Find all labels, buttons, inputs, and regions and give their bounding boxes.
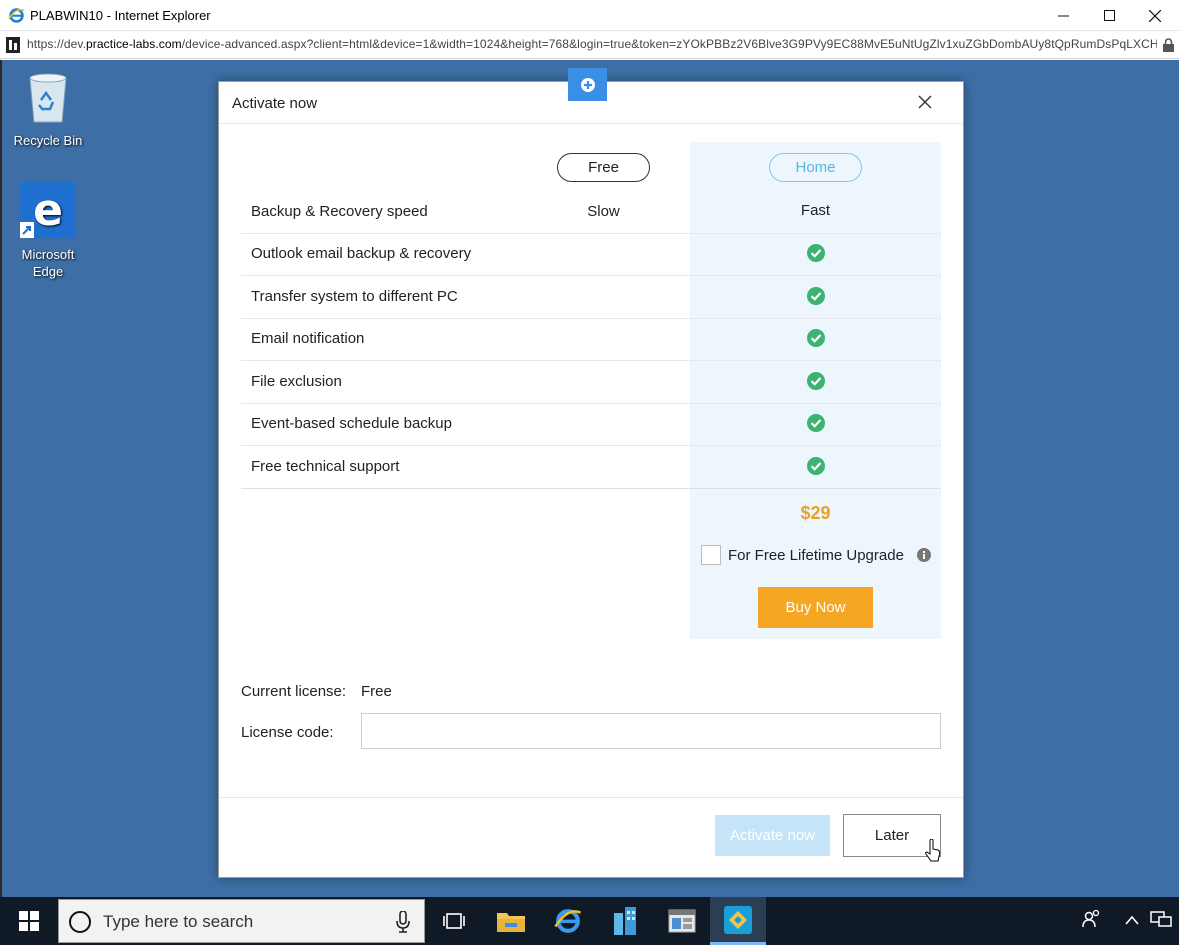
- internet-explorer-icon: [554, 909, 582, 933]
- feature-row: Free technical support: [241, 447, 941, 489]
- cortana-icon: [69, 911, 91, 933]
- feature-home-value: [690, 329, 941, 351]
- dialog-close-button[interactable]: [915, 92, 935, 112]
- backup-app-icon: [724, 905, 752, 934]
- search-placeholder: Type here to search: [103, 912, 254, 931]
- lifetime-upgrade-checkbox[interactable]: [701, 545, 721, 565]
- check-icon: [806, 244, 825, 262]
- file-explorer-button[interactable]: [483, 897, 539, 945]
- close-icon: [1149, 9, 1161, 22]
- people-icon[interactable]: [1082, 909, 1102, 929]
- internet-explorer-taskbar-button[interactable]: [540, 897, 596, 945]
- site-favicon-icon: [6, 37, 20, 53]
- maximize-icon: [1103, 10, 1115, 21]
- close-icon: [918, 95, 932, 109]
- mouse-cursor-icon: [925, 839, 941, 862]
- check-icon: [806, 372, 825, 390]
- footer-divider: [219, 797, 963, 798]
- lifetime-upgrade-label: For Free Lifetime Upgrade: [728, 547, 904, 564]
- recycle-bin-label: Recycle Bin: [13, 133, 83, 148]
- feature-label: Outlook email backup & recovery: [251, 245, 472, 262]
- minimize-button[interactable]: [1040, 0, 1086, 31]
- title-divider: [219, 123, 963, 124]
- edge-label-line2: Edge: [32, 264, 64, 279]
- microphone-icon[interactable]: [396, 911, 410, 933]
- microsoft-edge-shortcut[interactable]: e Microsoft Edge: [8, 182, 88, 280]
- url-text[interactable]: https://dev.practice-labs.com/device-adv…: [27, 37, 1157, 51]
- chevron-up-icon[interactable]: [1124, 914, 1140, 926]
- svg-text:e: e: [33, 185, 63, 236]
- feature-row: Backup & Recovery speed Slow Fast: [241, 192, 941, 234]
- info-icon[interactable]: [917, 548, 931, 562]
- task-view-button[interactable]: [426, 897, 482, 945]
- taskbar: Type here to search: [0, 897, 1179, 945]
- window-app-icon: [668, 909, 696, 933]
- plan-home-header: Home: [769, 153, 862, 182]
- buildings-icon: [614, 907, 636, 935]
- close-window-button[interactable]: [1132, 0, 1178, 31]
- feature-label: File exclusion: [251, 373, 342, 390]
- feature-label: Event-based schedule backup: [251, 415, 452, 432]
- edge-icon: e: [20, 182, 76, 238]
- buy-now-button[interactable]: Buy Now: [758, 587, 873, 628]
- current-license-value: Free: [361, 683, 392, 700]
- recycle-bin-icon: [29, 73, 67, 123]
- home-price: $29: [800, 503, 831, 523]
- feature-row: Event-based schedule backup: [241, 404, 941, 446]
- lock-icon: [1163, 38, 1174, 52]
- feature-home-value: [690, 414, 941, 436]
- feature-free-value: Slow: [587, 203, 620, 220]
- server-manager-button[interactable]: [597, 897, 653, 945]
- feature-home-value: [690, 457, 941, 479]
- check-icon: [806, 457, 825, 475]
- feature-label: Free technical support: [251, 458, 400, 475]
- feature-home-value: [690, 287, 941, 309]
- windows-logo-icon: [19, 911, 39, 931]
- edge-label-line1: Microsoft: [21, 247, 75, 262]
- activate-now-button[interactable]: Activate now: [715, 815, 830, 856]
- backup-app-taskbar-button[interactable]: [710, 897, 766, 945]
- feature-row: Transfer system to different PC: [241, 277, 941, 319]
- feature-row: Email notification: [241, 319, 941, 361]
- window-title: PLABWIN10 - Internet Explorer: [30, 8, 211, 23]
- current-license-label: Current license:: [241, 683, 347, 700]
- app-window-button[interactable]: [654, 897, 710, 945]
- browser-titlebar: PLABWIN10 - Internet Explorer: [0, 0, 1179, 31]
- feature-home-value: [690, 244, 941, 266]
- license-code-input[interactable]: [361, 713, 941, 749]
- feature-label: Backup & Recovery speed: [251, 203, 428, 220]
- address-bar[interactable]: https://dev.practice-labs.com/device-adv…: [0, 31, 1179, 59]
- internet-explorer-icon: [8, 8, 25, 23]
- feature-row: Outlook email backup & recovery: [241, 234, 941, 276]
- dialog-title: Activate now: [232, 95, 318, 112]
- remote-session-toolbar-tab[interactable]: [568, 68, 607, 101]
- feature-home-value: Fast: [800, 202, 831, 219]
- feature-home-value: [690, 372, 941, 394]
- check-icon: [806, 287, 825, 305]
- check-icon: [806, 329, 825, 347]
- network-icon[interactable]: [1150, 909, 1172, 929]
- maximize-button[interactable]: [1086, 0, 1132, 31]
- feature-label: Email notification: [251, 330, 365, 347]
- task-view-icon: [443, 913, 465, 929]
- minimize-icon: [1057, 15, 1069, 17]
- plan-free-header: Free: [557, 153, 650, 182]
- expand-toolbar-icon: [580, 77, 595, 92]
- folder-icon: [497, 913, 525, 932]
- check-icon: [806, 414, 825, 432]
- feature-label: Transfer system to different PC: [251, 288, 458, 305]
- recycle-bin-shortcut[interactable]: Recycle Bin: [8, 72, 88, 149]
- start-button[interactable]: [0, 897, 58, 945]
- license-code-label: License code:: [241, 724, 334, 741]
- activate-dialog: Activate now Free Home Backup & Recovery…: [218, 81, 964, 878]
- feature-row: File exclusion: [241, 362, 941, 404]
- taskbar-search-box[interactable]: Type here to search: [58, 899, 425, 943]
